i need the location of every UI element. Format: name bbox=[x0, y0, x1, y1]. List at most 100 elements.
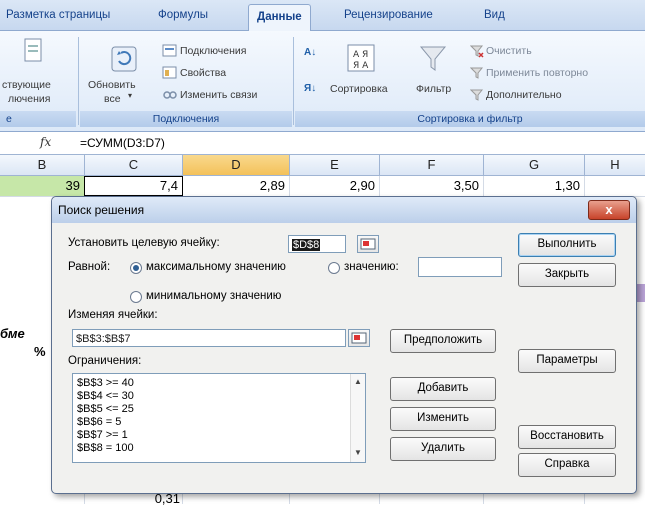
sort-za-icon[interactable]: Я↓ bbox=[304, 83, 316, 94]
column-header-b[interactable]: B bbox=[0, 155, 85, 175]
scroll-up-icon[interactable]: ▲ bbox=[354, 377, 362, 386]
tab-data[interactable]: Данные bbox=[248, 4, 311, 31]
document-icon bbox=[24, 38, 42, 62]
filter-icon[interactable] bbox=[418, 43, 448, 73]
tab-page-layout[interactable]: Разметка страницы bbox=[6, 9, 110, 21]
ribbon-separator bbox=[78, 37, 79, 125]
cell-e1[interactable]: 2,90 bbox=[290, 178, 375, 193]
solver-dialog: Поиск решения x Установить целевую ячейк… bbox=[51, 196, 637, 494]
clear-button[interactable]: Очистить bbox=[486, 45, 532, 57]
max-radio[interactable] bbox=[130, 262, 142, 274]
properties-button[interactable]: Свойства bbox=[180, 67, 226, 79]
connections-icon bbox=[162, 44, 177, 57]
ribbon-panel: ствующие лючения е Обновить все ▾ Подклю… bbox=[0, 31, 645, 132]
ribbon-separator bbox=[293, 37, 294, 125]
function-icon[interactable]: fx bbox=[40, 135, 51, 149]
cell-reference-icon[interactable] bbox=[348, 329, 370, 347]
options-button[interactable]: Параметры bbox=[518, 349, 616, 373]
column-headers: B C D E F G H bbox=[0, 155, 645, 176]
changing-cells-field[interactable]: $B$3:$B$7 bbox=[72, 329, 346, 347]
cell-d1[interactable]: 2,89 bbox=[183, 178, 285, 193]
group-label-connections: Подключения bbox=[80, 111, 292, 127]
column-header-f[interactable]: F bbox=[380, 155, 484, 175]
min-radio-label[interactable]: минимальному значению bbox=[146, 290, 281, 302]
cell-g1[interactable]: 1,30 bbox=[484, 178, 580, 193]
target-cell-label: Установить целевую ячейку: bbox=[68, 237, 220, 249]
connections-button[interactable]: Подключения bbox=[180, 45, 246, 57]
value-radio[interactable] bbox=[328, 262, 340, 274]
reapply-button[interactable]: Применить повторно bbox=[486, 67, 588, 79]
min-radio[interactable] bbox=[130, 291, 142, 303]
scrollbar[interactable]: ▲ ▼ bbox=[350, 374, 365, 462]
collapse-dialog-icon bbox=[360, 238, 376, 250]
cell-side-text-2[interactable]: % bbox=[34, 344, 46, 359]
existing-connections-label[interactable]: ствующие bbox=[2, 79, 51, 91]
formula-input[interactable]: =СУММ(D3:D7) bbox=[80, 136, 165, 150]
group-label-sort-filter: Сортировка и фильтр bbox=[295, 111, 645, 127]
constraints-list[interactable]: $B$3 >= 40 $B$4 <= 30 $B$5 <= 25 $B$6 = … bbox=[72, 373, 366, 463]
ribbon-tab-bar: Разметка страницы Формулы Данные Рецензи… bbox=[0, 0, 645, 31]
list-item[interactable]: $B$7 >= 1 bbox=[77, 429, 128, 441]
list-item[interactable]: $B$5 <= 25 bbox=[77, 403, 134, 415]
guess-button[interactable]: Предположить bbox=[390, 329, 496, 353]
svg-text:Я А: Я А bbox=[353, 61, 369, 71]
cell-b1[interactable]: 39 bbox=[0, 178, 80, 193]
restore-button[interactable]: Восстановить bbox=[518, 425, 616, 449]
close-dialog-button[interactable]: Закрыть bbox=[518, 263, 616, 287]
column-header-g[interactable]: G bbox=[484, 155, 585, 175]
advanced-filter-icon bbox=[470, 89, 484, 101]
properties-icon bbox=[162, 66, 177, 79]
change-button[interactable]: Изменить bbox=[390, 407, 496, 431]
cell-reference-icon[interactable] bbox=[357, 235, 379, 253]
group-label-get-data: е bbox=[0, 111, 76, 127]
reapply-icon bbox=[470, 67, 484, 79]
sort-button[interactable]: Сортировка bbox=[330, 83, 388, 95]
cell-c1[interactable]: 7,4 bbox=[85, 178, 178, 193]
edit-links-button[interactable]: Изменить связи bbox=[180, 89, 257, 101]
advanced-button[interactable]: Дополнительно bbox=[486, 89, 562, 101]
link-icon bbox=[163, 91, 177, 99]
tab-view[interactable]: Вид bbox=[484, 9, 505, 21]
tab-formulas[interactable]: Формулы bbox=[158, 9, 208, 21]
column-header-c[interactable]: C bbox=[85, 155, 183, 175]
list-item[interactable]: $B$3 >= 40 bbox=[77, 377, 134, 389]
max-radio-label[interactable]: максимальному значению bbox=[146, 261, 286, 273]
filter-button[interactable]: Фильтр bbox=[416, 83, 451, 95]
target-cell-value: $D$8 bbox=[292, 239, 321, 251]
add-button[interactable]: Добавить bbox=[390, 377, 496, 401]
list-item[interactable]: $B$4 <= 30 bbox=[77, 390, 134, 402]
column-header-d[interactable]: D bbox=[183, 155, 290, 175]
sort-az-icon[interactable]: A↓ bbox=[304, 47, 316, 58]
delete-button[interactable]: Удалить bbox=[390, 437, 496, 461]
constraints-label: Ограничения: bbox=[68, 355, 142, 367]
dialog-title: Поиск решения bbox=[58, 203, 145, 217]
chevron-down-icon[interactable]: ▾ bbox=[128, 91, 132, 100]
help-button[interactable]: Справка bbox=[518, 453, 616, 477]
close-button[interactable]: x bbox=[588, 200, 630, 220]
cell-f1[interactable]: 3,50 bbox=[380, 178, 479, 193]
column-header-h[interactable]: H bbox=[585, 155, 645, 175]
sort-dialog-icon[interactable]: А Я Я А bbox=[346, 43, 376, 73]
changing-cells-value: $B$3:$B$7 bbox=[76, 333, 131, 345]
column-header-e[interactable]: E bbox=[290, 155, 380, 175]
formula-bar: fx =СУММ(D3:D7) bbox=[0, 132, 645, 155]
value-input[interactable] bbox=[418, 257, 502, 277]
refresh-icon[interactable] bbox=[110, 45, 138, 73]
collapse-dialog-icon bbox=[351, 332, 367, 344]
solve-button[interactable]: Выполнить bbox=[518, 233, 616, 257]
refresh-all-label[interactable]: Обновить bbox=[88, 79, 136, 91]
list-item[interactable]: $B$6 = 5 bbox=[77, 416, 121, 428]
list-item[interactable]: $B$8 = 100 bbox=[77, 442, 134, 454]
target-cell-field[interactable]: $D$8 bbox=[288, 235, 346, 253]
equal-to-label: Равной: bbox=[68, 261, 111, 273]
cell-side-text[interactable]: бме bbox=[0, 326, 25, 341]
scroll-down-icon[interactable]: ▼ bbox=[354, 448, 362, 457]
changing-cells-label: Изменяя ячейки: bbox=[68, 309, 158, 321]
svg-text:А Я: А Я bbox=[353, 50, 368, 60]
refresh-all-label-2[interactable]: все bbox=[104, 93, 121, 105]
tab-review[interactable]: Рецензирование bbox=[344, 9, 433, 21]
dialog-title-bar[interactable]: Поиск решения x bbox=[52, 197, 636, 223]
value-radio-label[interactable]: значению: bbox=[344, 261, 399, 273]
clear-filter-icon bbox=[470, 45, 484, 58]
existing-connections-label-2[interactable]: лючения bbox=[8, 93, 50, 105]
